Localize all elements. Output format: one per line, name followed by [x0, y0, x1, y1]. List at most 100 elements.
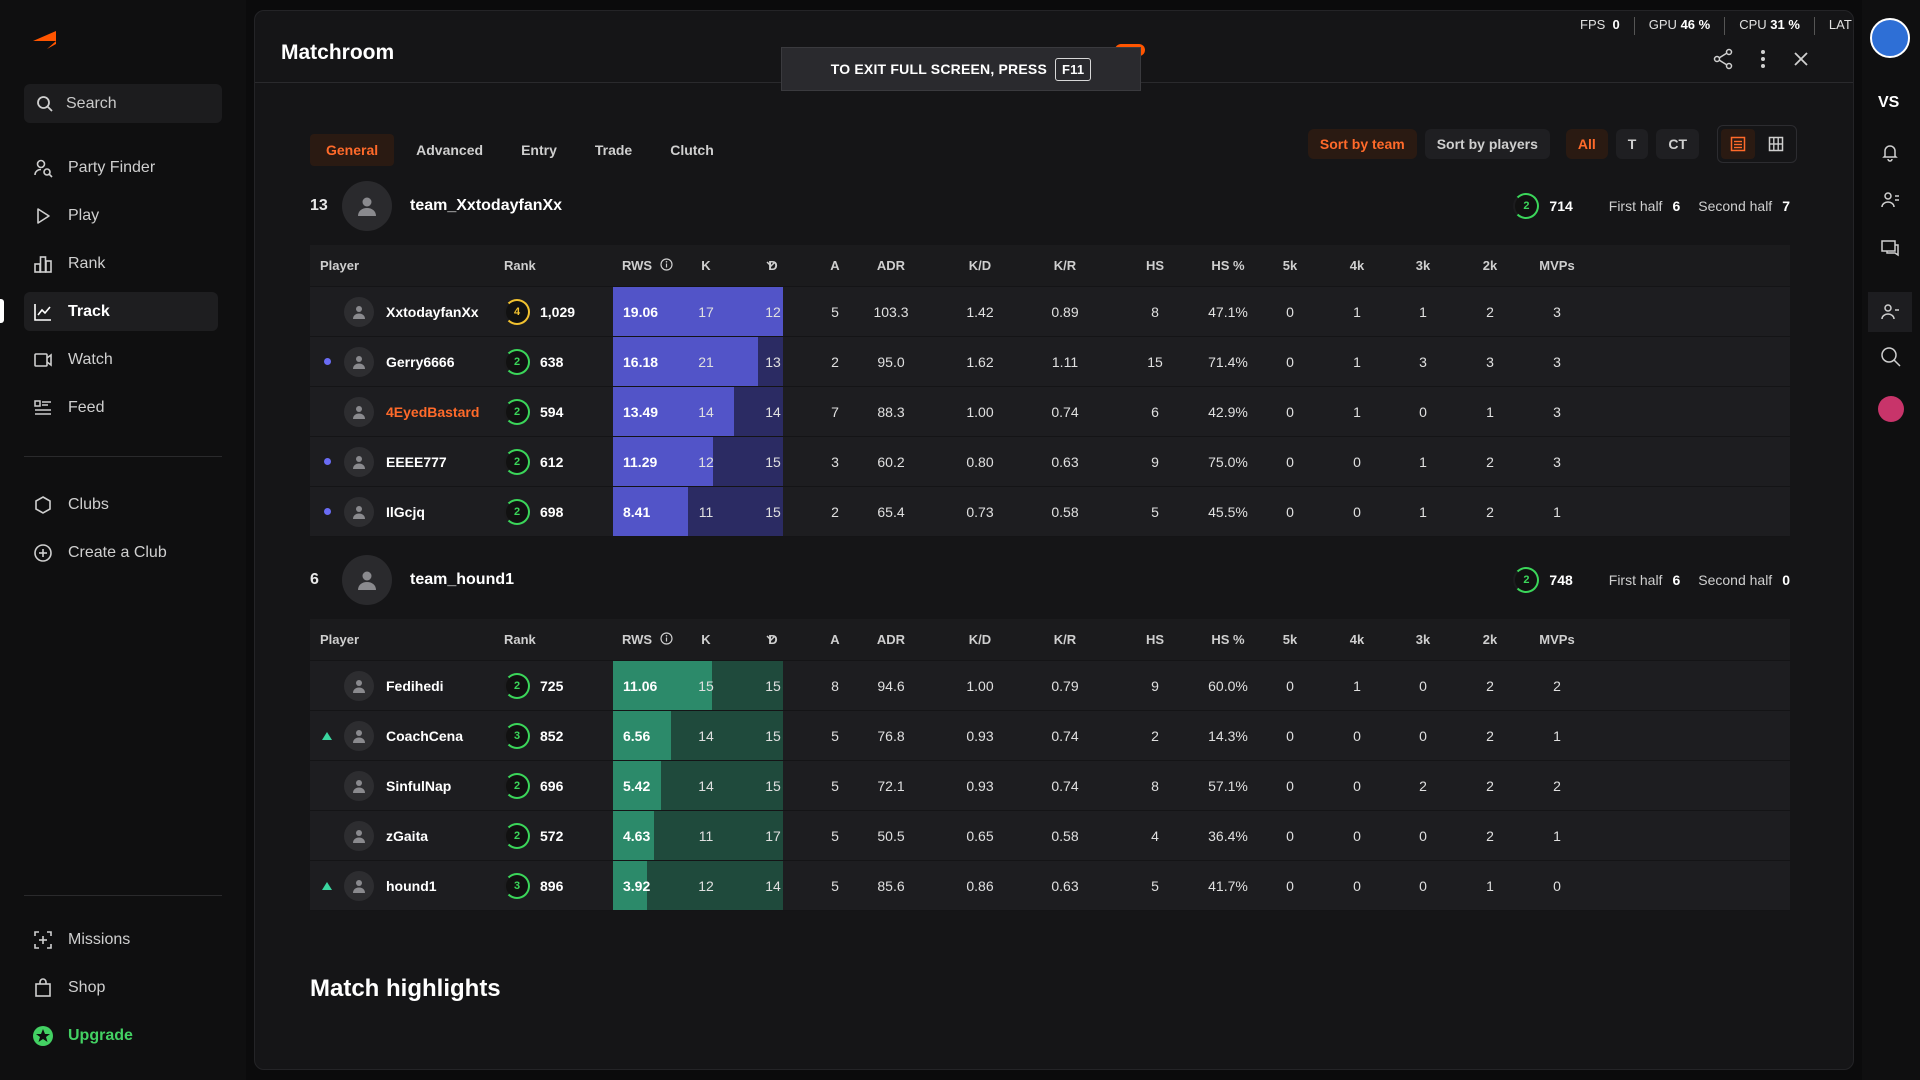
column-header[interactable]: 2k	[1460, 619, 1520, 660]
table-row[interactable]: XxtodayfanXx 4 1,029 19.06 17 12 5 103.3 1.42 0.8…	[310, 287, 1790, 337]
sidebar-item-shop[interactable]: Shop	[24, 968, 218, 1007]
team-name[interactable]: team_XxtodayfanXx	[410, 197, 562, 215]
sort-by-players-button[interactable]: Sort by players	[1424, 129, 1550, 159]
table-row[interactable]: CoachCena 3 852 6.56 14 15 5 76.8 0.93 0.74 2 14.3%…	[310, 711, 1790, 761]
club-badge-icon[interactable]	[1878, 396, 1904, 422]
player-name[interactable]: zGaita	[386, 811, 428, 860]
side-filter-t[interactable]: T	[1615, 129, 1649, 159]
side-filter-all[interactable]: All	[1565, 129, 1608, 159]
team-avatar	[342, 181, 392, 231]
column-header[interactable]: HS	[1125, 245, 1185, 286]
column-header[interactable]: A	[805, 245, 865, 286]
player-name[interactable]: CoachCena	[386, 711, 463, 760]
column-header[interactable]: A	[805, 619, 865, 660]
player-name[interactable]: hound1	[386, 861, 437, 910]
list-view-button[interactable]	[1721, 129, 1755, 159]
info-icon[interactable]	[660, 257, 673, 274]
avatar[interactable]	[344, 297, 374, 327]
column-header[interactable]: ADR	[861, 619, 921, 660]
avatar[interactable]	[344, 871, 374, 901]
column-header[interactable]: K/D	[950, 619, 1010, 660]
sidebar-item-upgrade[interactable]: Upgrade	[24, 1016, 218, 1055]
column-header[interactable]: 3k	[1393, 619, 1453, 660]
rws-value: 8.41	[623, 503, 651, 520]
share-icon[interactable]	[1711, 47, 1735, 71]
find-party-icon[interactable]	[1880, 346, 1902, 373]
table-row[interactable]: EEEE777 2 612 11.29 12 15 3 60.2 0.80 0.63 9 75.0% 0…	[310, 437, 1790, 487]
tab-general[interactable]: General	[310, 134, 395, 166]
table-row[interactable]: Fedihedi 2 725 11.06 15 15 8 94.6 1.00 0.79 9 60.0%…	[310, 661, 1790, 711]
column-header[interactable]: K	[676, 619, 736, 660]
faceit-logo-icon[interactable]	[31, 30, 57, 50]
column-header[interactable]: MVPs	[1527, 245, 1587, 286]
stat-kr: 0.63	[1051, 453, 1079, 470]
table-row[interactable]: hound1 3 896 3.92 12 14 5 85.6 0.86 0.63 5 41.7% 0 0 0…	[310, 861, 1790, 911]
table-row[interactable]: SinfulNap 2 696 5.42 14 15 5 72.1 0.93 0.74 8 57.1%…	[310, 761, 1790, 811]
player-name[interactable]: Gerry6666	[386, 337, 455, 386]
column-header[interactable]: 2k	[1460, 245, 1520, 286]
close-icon[interactable]	[1789, 47, 1813, 71]
chat-icon[interactable]	[1880, 238, 1900, 263]
search-input[interactable]: Search	[24, 84, 222, 123]
avatar[interactable]	[344, 771, 374, 801]
player-name[interactable]: IlGcjq	[386, 487, 425, 536]
sidebar-item-missions[interactable]: Missions	[24, 920, 218, 959]
versus-label[interactable]: VS	[1878, 94, 1899, 112]
column-header[interactable]: 4k	[1327, 619, 1387, 660]
player-name[interactable]: EEEE777	[386, 437, 447, 486]
player-name[interactable]: Fedihedi	[386, 661, 444, 710]
column-header[interactable]: 3k	[1393, 245, 1453, 286]
sidebar-item-watch[interactable]: Watch	[24, 340, 218, 379]
more-options-icon[interactable]	[1751, 47, 1775, 71]
friends-icon[interactable]	[1880, 190, 1900, 215]
avatar[interactable]	[344, 497, 374, 527]
column-header[interactable]: K	[676, 245, 736, 286]
side-filter-ct[interactable]: CT	[1656, 129, 1699, 159]
sidebar-item-create-club[interactable]: Create a Club	[24, 533, 218, 572]
table-row[interactable]: zGaita 2 572 4.63 11 17 5 50.5 0.65 0.58 4 36.4% 0 0 0…	[310, 811, 1790, 861]
column-header[interactable]: ADR	[861, 245, 921, 286]
column-header[interactable]: K/R	[1035, 245, 1095, 286]
avatar[interactable]	[344, 397, 374, 427]
column-header[interactable]: MVPs	[1527, 619, 1587, 660]
player-name[interactable]: SinfulNap	[386, 761, 451, 810]
column-header[interactable]: K/R	[1035, 619, 1095, 660]
column-header[interactable]: D	[743, 619, 803, 660]
player-name[interactable]: XxtodayfanXx	[386, 287, 479, 336]
column-header[interactable]: K/D	[950, 245, 1010, 286]
column-header[interactable]: HS %	[1198, 245, 1258, 286]
sidebar-item-clubs[interactable]: Clubs	[24, 485, 218, 524]
avatar[interactable]	[344, 821, 374, 851]
column-header[interactable]: 4k	[1327, 245, 1387, 286]
grid-view-button[interactable]	[1759, 129, 1793, 159]
column-header[interactable]: HS	[1125, 619, 1185, 660]
sidebar-item-play[interactable]: Play	[24, 196, 218, 235]
avatar[interactable]	[344, 671, 374, 701]
notifications-icon[interactable]	[1880, 142, 1900, 167]
party-icon[interactable]	[1868, 292, 1912, 332]
column-header[interactable]: 5k	[1260, 619, 1320, 660]
table-row[interactable]: Gerry6666 2 638 16.18 21 13 2 95.0 1.62 1.11 15 71.…	[310, 337, 1790, 387]
team-name[interactable]: team_hound1	[410, 571, 514, 589]
column-header[interactable]: HS %	[1198, 619, 1258, 660]
sort-by-team-button[interactable]: Sort by team	[1307, 129, 1417, 159]
tab-entry[interactable]: Entry	[505, 134, 573, 166]
info-icon[interactable]	[660, 631, 673, 648]
sidebar-item-feed[interactable]: Feed	[24, 388, 218, 427]
tab-clutch[interactable]: Clutch	[654, 134, 730, 166]
avatar[interactable]	[344, 347, 374, 377]
table-row[interactable]: 4EyedBastard 2 594 13.49 14 14 7 88.3 1.00 0.74 6 4…	[310, 387, 1790, 437]
sidebar-item-party-finder[interactable]: Party Finder	[24, 148, 218, 187]
player-name[interactable]: 4EyedBastard	[386, 387, 479, 436]
avatar[interactable]	[344, 447, 374, 477]
tab-advanced[interactable]: Advanced	[400, 134, 499, 166]
user-avatar[interactable]	[1870, 18, 1910, 58]
tab-trade[interactable]: Trade	[579, 134, 648, 166]
avatar[interactable]	[344, 721, 374, 751]
column-header[interactable]: D	[743, 245, 803, 286]
table-row[interactable]: IlGcjq 2 698 8.41 11 15 2 65.4 0.73 0.58 5 45.5% 0 0 1…	[310, 487, 1790, 537]
sidebar-item-track[interactable]: Track	[24, 292, 218, 331]
column-header[interactable]: 5k	[1260, 245, 1320, 286]
sidebar-item-rank[interactable]: Rank	[24, 244, 218, 283]
stat-hsp: 14.3%	[1208, 727, 1248, 744]
